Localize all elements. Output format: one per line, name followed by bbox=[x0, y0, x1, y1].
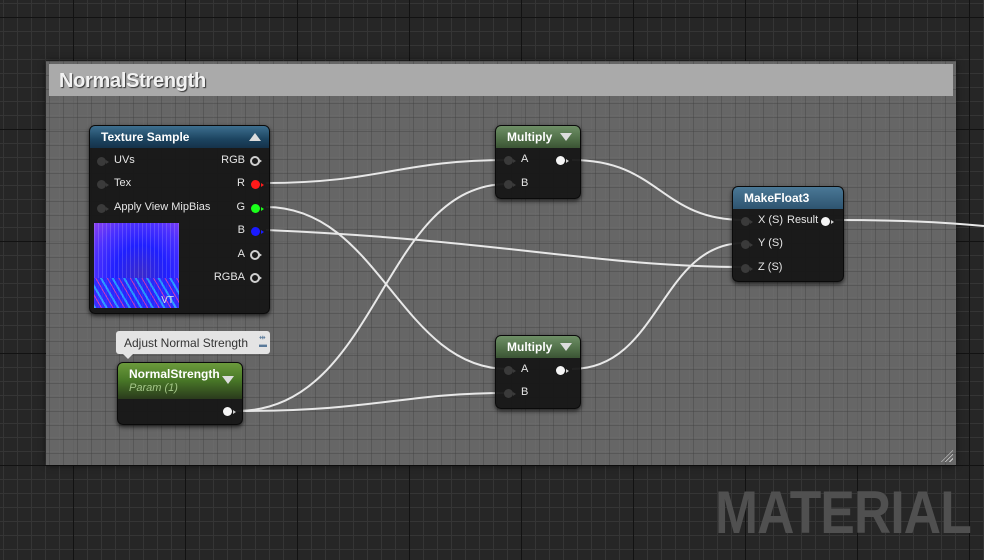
pin-mipbias[interactable] bbox=[97, 204, 109, 213]
pin-a[interactable] bbox=[504, 366, 516, 375]
pin-r[interactable] bbox=[251, 180, 264, 189]
pin-label-y: Y (S) bbox=[758, 237, 783, 249]
pin-rgba[interactable] bbox=[250, 273, 262, 283]
wire-multiply-bottom-to-y bbox=[571, 242, 745, 370]
pin-b[interactable] bbox=[504, 389, 516, 398]
pin-label-rgb: RGB bbox=[221, 154, 245, 166]
pin-output[interactable] bbox=[556, 156, 569, 165]
multiply-header[interactable]: Multiply bbox=[496, 126, 580, 148]
node-title: Multiply bbox=[507, 340, 553, 354]
pin-label-result: Result bbox=[787, 214, 819, 226]
pin-rgb[interactable] bbox=[250, 156, 262, 166]
wire-r-to-multiply-top-a bbox=[265, 159, 509, 184]
pin-label-b: B bbox=[237, 224, 245, 236]
pin-g[interactable] bbox=[251, 204, 264, 213]
pin-b[interactable] bbox=[504, 180, 516, 189]
makefloat3-header[interactable]: MakeFloat3 bbox=[733, 187, 843, 209]
collapse-arrow-icon[interactable] bbox=[560, 343, 572, 351]
virtual-texture-label: VT bbox=[161, 295, 174, 306]
pin-label-b: B bbox=[521, 386, 529, 398]
node-comment-text: Adjust Normal Strength bbox=[124, 336, 249, 350]
wire-param-to-multiply-bottom-b bbox=[235, 392, 509, 412]
texture-sample-node[interactable]: Texture Sample UVs Tex Apply View MipBia… bbox=[89, 125, 270, 314]
wire-param-to-multiply-top-b bbox=[235, 183, 509, 412]
collapse-arrow-icon[interactable] bbox=[222, 376, 234, 384]
pin-result[interactable] bbox=[821, 217, 834, 226]
wire-multiply-top-to-x bbox=[571, 159, 745, 221]
pin-comment-icon[interactable]: ⇹ ▬ bbox=[259, 334, 267, 349]
makefloat3-node[interactable]: MakeFloat3 X (S) Y (S) Z (S) Result bbox=[732, 186, 844, 282]
pin-label-rgba: RGBA bbox=[213, 271, 245, 283]
pin-output[interactable] bbox=[556, 366, 569, 375]
pin-z[interactable] bbox=[741, 264, 753, 273]
pin-a[interactable] bbox=[250, 250, 262, 260]
pin-label-z: Z (S) bbox=[758, 261, 783, 273]
wire-result-out bbox=[834, 219, 984, 227]
parameter-subtitle: Param (1) bbox=[129, 382, 178, 394]
pin-y[interactable] bbox=[741, 240, 753, 249]
pin-label-a: A bbox=[237, 248, 245, 260]
node-comment-bubble[interactable]: Adjust Normal Strength ⇹ ▬ bbox=[116, 331, 270, 359]
pin-label-b: B bbox=[521, 177, 529, 189]
pin-label-uvs: UVs bbox=[114, 154, 135, 166]
pin-label-r: R bbox=[237, 177, 245, 189]
pin-uvs[interactable] bbox=[97, 157, 109, 166]
node-title: NormalStrength bbox=[129, 367, 220, 381]
pin-label-g: G bbox=[236, 201, 245, 213]
pin-a[interactable] bbox=[504, 156, 516, 165]
node-title: Texture Sample bbox=[101, 130, 190, 144]
multiply-node-bottom[interactable]: Multiply A B bbox=[495, 335, 581, 409]
node-title: MakeFloat3 bbox=[744, 191, 810, 205]
pin-x[interactable] bbox=[741, 217, 753, 226]
pin-tex[interactable] bbox=[97, 180, 109, 189]
scalar-parameter-node[interactable]: NormalStrength Param (1) bbox=[117, 362, 243, 425]
wire-b-to-makefloat3-z bbox=[265, 229, 745, 268]
pin-output[interactable] bbox=[223, 407, 236, 416]
multiply-header[interactable]: Multiply bbox=[496, 336, 580, 358]
pin-label-tex: Tex bbox=[114, 177, 132, 189]
pin-label-a: A bbox=[521, 153, 529, 165]
pin-label-x: X (S) bbox=[758, 214, 784, 226]
pin-label-a: A bbox=[521, 363, 529, 375]
texture-sample-header[interactable]: Texture Sample bbox=[90, 126, 269, 148]
pin-b[interactable] bbox=[251, 227, 264, 236]
collapse-arrow-icon[interactable] bbox=[249, 133, 261, 141]
node-title: Multiply bbox=[507, 130, 553, 144]
pin-label-mipbias: Apply View MipBias bbox=[114, 201, 211, 213]
parameter-header[interactable]: NormalStrength Param (1) bbox=[118, 363, 242, 399]
texture-preview: VT bbox=[94, 223, 179, 308]
collapse-arrow-icon[interactable] bbox=[560, 133, 572, 141]
multiply-node-top[interactable]: Multiply A B bbox=[495, 125, 581, 199]
